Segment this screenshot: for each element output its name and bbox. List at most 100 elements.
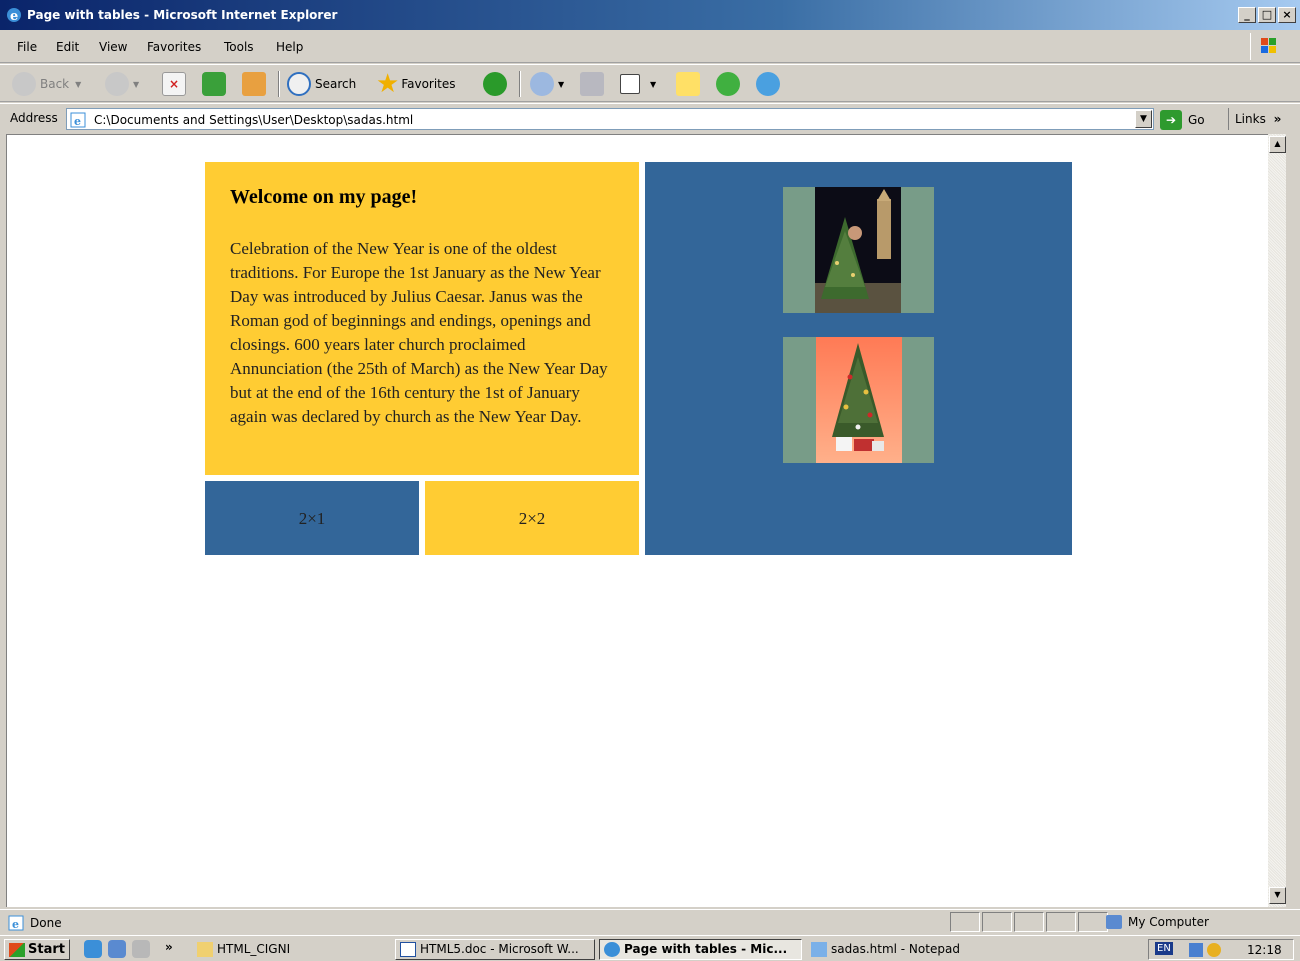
title-bar: e Page with tables - Microsoft Internet … bbox=[0, 0, 1300, 30]
image-frame-1 bbox=[783, 187, 934, 313]
refresh-icon bbox=[202, 72, 226, 96]
links-label: Links bbox=[1235, 112, 1266, 126]
menu-edit[interactable]: Edit bbox=[56, 40, 79, 54]
mail-button[interactable]: ▼ bbox=[530, 70, 564, 98]
page-body-text: Celebration of the New Year is one of th… bbox=[230, 239, 608, 426]
messenger-icon bbox=[756, 72, 780, 96]
icq-button[interactable] bbox=[716, 70, 744, 98]
page-viewport[interactable]: Welcome on my page! Celebration of the N… bbox=[6, 134, 1270, 907]
search-button[interactable]: Search bbox=[287, 70, 356, 98]
address-input[interactable]: e C:\Documents and Settings\User\Desktop… bbox=[66, 108, 1154, 130]
mail-icon bbox=[530, 72, 554, 96]
chevron-down-icon: ▼ bbox=[75, 79, 82, 89]
close-button[interactable]: × bbox=[1278, 7, 1296, 23]
image-frame-2 bbox=[783, 337, 934, 463]
taskbar-item-folder[interactable]: HTML_CIGNI bbox=[192, 939, 392, 960]
favorites-label: Favorites bbox=[401, 77, 456, 91]
address-url: C:\Documents and Settings\User\Desktop\s… bbox=[94, 113, 414, 127]
address-dropdown-button[interactable]: ▼ bbox=[1135, 110, 1152, 128]
ie-icon: e bbox=[7, 8, 21, 23]
back-button[interactable]: Back ▼ bbox=[12, 70, 81, 98]
print-button[interactable] bbox=[580, 70, 608, 98]
status-text: Done bbox=[30, 916, 62, 930]
stop-button[interactable]: × bbox=[162, 70, 190, 98]
taskbar-item-ie[interactable]: Page with tables - Mic... bbox=[599, 939, 802, 960]
menu-bar: File Edit View Favorites Tools Help bbox=[0, 30, 1300, 63]
svg-text:e: e bbox=[74, 115, 81, 128]
computer-icon bbox=[1106, 915, 1122, 929]
image-cell bbox=[645, 162, 1072, 555]
cell-2x1: 2×1 bbox=[205, 481, 419, 555]
minimize-button[interactable]: _ bbox=[1238, 7, 1256, 23]
edit-button[interactable]: ▼ bbox=[620, 70, 656, 98]
ie-page-icon: e bbox=[8, 915, 24, 931]
security-zone: My Computer bbox=[1106, 915, 1209, 929]
menu-tools[interactable]: Tools bbox=[224, 40, 254, 54]
favorites-button[interactable]: ★ Favorites bbox=[376, 69, 456, 99]
cell-2x2: 2×2 bbox=[425, 481, 639, 555]
christmas-photo-image bbox=[815, 187, 901, 313]
start-label: start bbox=[28, 942, 65, 957]
quicklaunch-overflow[interactable]: » bbox=[165, 940, 173, 954]
chevron-down-icon: ▼ bbox=[558, 79, 565, 89]
address-label: Address bbox=[10, 111, 58, 125]
home-icon bbox=[242, 72, 266, 96]
system-tray: EN 12:18 bbox=[1148, 939, 1294, 960]
ie-quicklaunch-icon[interactable] bbox=[84, 940, 102, 958]
menu-favorites[interactable]: Favorites bbox=[147, 40, 201, 54]
scroll-up-button[interactable]: ▲ bbox=[1269, 136, 1286, 153]
menu-view[interactable]: View bbox=[99, 40, 127, 54]
taskbar-item-label: HTML5.doc - Microsoft W... bbox=[420, 942, 579, 956]
ie-page-icon: e bbox=[70, 112, 86, 128]
word-icon bbox=[400, 942, 416, 957]
search-icon bbox=[287, 72, 311, 96]
folder-icon bbox=[197, 942, 213, 957]
scroll-down-button[interactable]: ▼ bbox=[1269, 887, 1286, 904]
note-icon bbox=[676, 72, 700, 96]
outlook-quicklaunch-icon[interactable] bbox=[108, 940, 126, 958]
back-arrow-icon bbox=[12, 72, 36, 96]
standard-toolbar: Back ▼ ▼ × Search ★ Favorites ▼ ▼ bbox=[0, 64, 1300, 102]
start-button[interactable]: start bbox=[4, 939, 70, 960]
status-bar: e Done My Computer bbox=[0, 909, 1300, 934]
star-icon: ★ bbox=[376, 69, 400, 99]
zone-label: My Computer bbox=[1128, 915, 1209, 929]
go-label: Go bbox=[1188, 113, 1205, 127]
menu-file[interactable]: File bbox=[17, 40, 37, 54]
go-button[interactable]: ➔ Go bbox=[1160, 109, 1205, 131]
cell-2x2-label: 2×2 bbox=[518, 509, 546, 528]
go-arrow-icon: ➔ bbox=[1160, 110, 1182, 130]
network-icon[interactable] bbox=[1189, 943, 1203, 957]
taskbar: start » HTML_CIGNI HTML5.doc - Microsoft… bbox=[0, 935, 1300, 961]
messenger-button[interactable] bbox=[756, 70, 784, 98]
refresh-button[interactable] bbox=[202, 70, 230, 98]
maximize-button[interactable]: □ bbox=[1258, 7, 1276, 23]
home-button[interactable] bbox=[242, 70, 270, 98]
discuss-button[interactable] bbox=[676, 70, 704, 98]
security-icon[interactable] bbox=[1207, 943, 1221, 957]
clock[interactable]: 12:18 bbox=[1247, 943, 1282, 957]
chevron-down-icon: ▼ bbox=[133, 79, 140, 89]
taskbar-item-notepad[interactable]: sadas.html - Notepad bbox=[806, 939, 1006, 960]
forward-button[interactable]: ▼ bbox=[105, 70, 139, 98]
history-button[interactable] bbox=[483, 70, 511, 98]
svg-text:e: e bbox=[12, 918, 19, 931]
tool-quicklaunch-icon[interactable] bbox=[132, 940, 150, 958]
vertical-scrollbar[interactable]: ▲ ▼ bbox=[1268, 134, 1286, 907]
windows-flag-icon bbox=[9, 942, 25, 957]
window-title: Page with tables - Microsoft Internet Ex… bbox=[27, 8, 338, 22]
printer-icon bbox=[580, 72, 604, 96]
back-label: Back bbox=[40, 77, 70, 91]
word-icon bbox=[620, 74, 640, 94]
taskbar-item-label: sadas.html - Notepad bbox=[831, 942, 960, 956]
menu-help[interactable]: Help bbox=[276, 40, 303, 54]
stop-icon: × bbox=[162, 72, 186, 96]
language-indicator[interactable]: EN bbox=[1155, 942, 1173, 955]
ie-icon bbox=[604, 942, 620, 957]
svg-text:e: e bbox=[10, 9, 18, 23]
windows-logo-icon bbox=[1250, 33, 1288, 60]
taskbar-item-word[interactable]: HTML5.doc - Microsoft W... bbox=[395, 939, 595, 960]
forward-arrow-icon bbox=[105, 72, 129, 96]
taskbar-item-label: Page with tables - Mic... bbox=[624, 942, 788, 956]
links-button[interactable]: Links » bbox=[1228, 108, 1281, 130]
